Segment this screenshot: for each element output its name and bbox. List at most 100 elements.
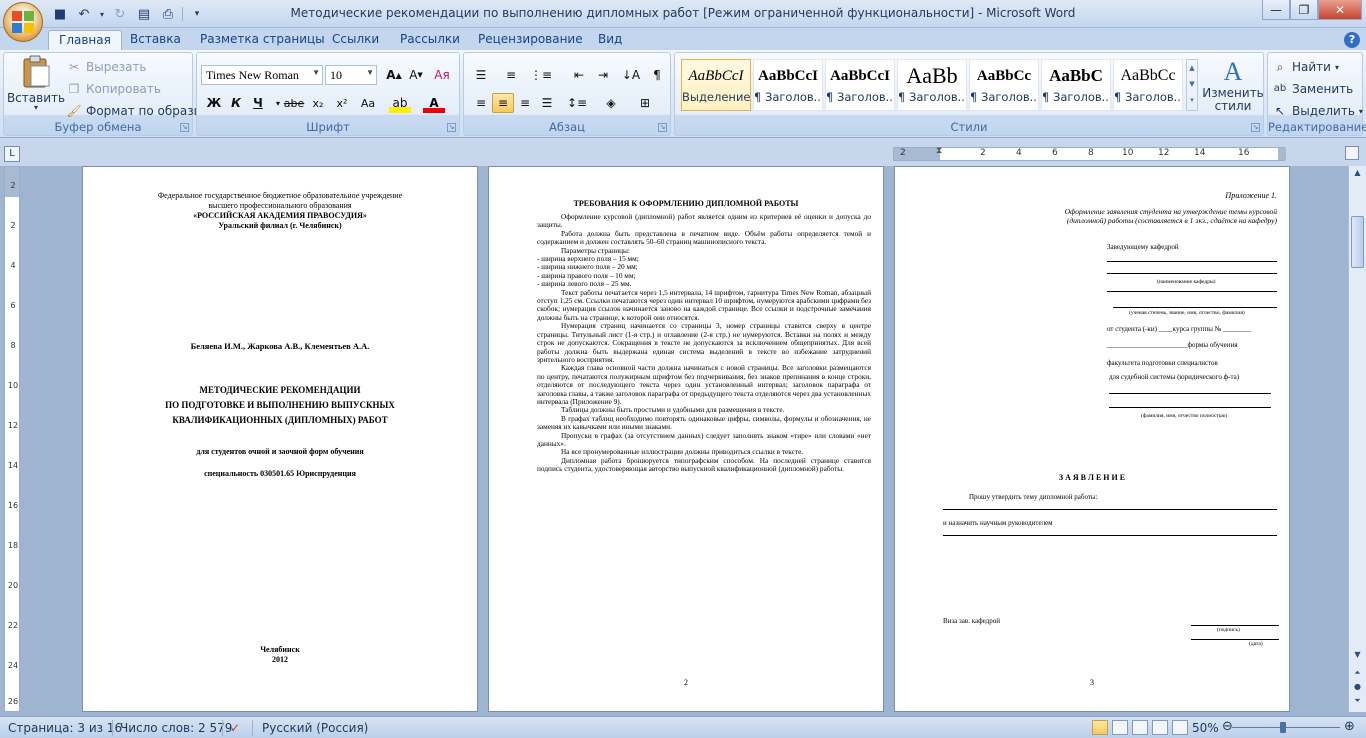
strikethrough-button[interactable]: abe [283,93,305,113]
scroll-thumb[interactable] [1351,216,1364,268]
paragraph-launcher-icon[interactable]: ↘ [658,123,667,132]
page-3[interactable]: Приложение 1. Оформление заявления студе… [894,166,1290,712]
previous-page-icon[interactable]: ⏶ [1350,668,1365,682]
increase-indent-icon[interactable]: ⇥ [592,65,614,85]
numbering-icon[interactable]: ≡ [500,65,522,85]
print-layout-view-icon[interactable] [1092,720,1108,735]
justify-icon[interactable]: ☰ [536,93,558,113]
shading-icon[interactable]: ◈ [600,93,622,113]
browse-object-icon[interactable]: ● [1350,682,1365,696]
style-heading-5[interactable]: AaBbC ¶ Заголов... [1041,59,1111,111]
find-button[interactable]: ⌕ Найти ▾ [1272,59,1339,75]
indent-marker-icon[interactable]: ⧗ [936,146,942,156]
view-ruler-icon[interactable] [1345,146,1359,160]
clipboard-launcher-icon[interactable]: ↘ [180,123,189,132]
faculty-line: для судебной системы (юридического ф-та) [1109,373,1239,381]
font-name-combo[interactable]: Times New Roman ▼ [201,65,323,85]
paste-button[interactable]: Вставить ▾ [8,55,64,112]
multilevel-list-icon[interactable]: ⋮≡ [530,65,552,85]
page-2[interactable]: ТРЕБОВАНИЯ К ОФОРМЛЕНИЮ ДИПЛОМНОЙ РАБОТЫ… [488,166,884,712]
styles-scroll[interactable]: ▲▼▾ [1186,59,1198,111]
grow-font-icon[interactable]: A▲ [383,65,405,85]
cut-button[interactable]: ✂ Вырезать [66,59,147,75]
next-page-icon[interactable]: ⏷ [1350,696,1365,710]
format-painter-button[interactable]: 🖌 Формат по образцу [66,103,209,119]
proofing-icon[interactable]: ✓ [230,721,240,735]
minimize-icon[interactable]: — [1262,0,1290,20]
web-layout-view-icon[interactable] [1132,720,1148,735]
align-center-icon[interactable]: ≡ [492,93,514,113]
font-launcher-icon[interactable]: ↘ [447,123,456,132]
style-heading-6[interactable]: AaBbCc ¶ Заголов... [1113,59,1183,111]
style-heading-1[interactable]: AaBbCcI ¶ Заголов... [753,59,823,111]
tab-review[interactable]: Рецензирование [468,30,593,50]
select-button[interactable]: ↖ Выделить ▾ [1272,103,1363,119]
restore-icon[interactable]: ❐ [1290,0,1318,20]
borders-icon[interactable]: ⊞ [634,93,656,113]
audience: для студентов очной и заочной форм обуче… [83,447,477,456]
align-left-icon[interactable]: ≡ [470,93,492,113]
tab-view[interactable]: Вид [588,30,632,50]
page-1[interactable]: Федеральное государственное бюджетное об… [82,166,478,712]
highlight-icon[interactable]: ab [389,93,411,113]
replace-button[interactable]: ab Заменить [1272,81,1353,97]
decrease-indent-icon[interactable]: ⇤ [568,65,590,85]
close-icon[interactable]: ✕ [1318,0,1362,20]
align-right-icon[interactable]: ≡ [514,93,536,113]
page-indicator[interactable]: Страница: 3 из 16 [8,721,122,735]
tab-selector-icon[interactable]: L [4,146,20,162]
outline-view-icon[interactable] [1152,720,1168,735]
copy-button[interactable]: ❐ Копировать [66,81,161,97]
sort-icon[interactable]: ↓A [620,65,642,85]
line-spacing-icon[interactable]: ↕≡ [566,93,588,113]
font-size-dropdown-icon[interactable]: ▼ [366,68,374,77]
document-area[interactable]: Федеральное государственное бюджетное об… [24,166,1348,712]
bullets-icon[interactable]: ☰ [470,65,492,85]
zoom-slider-track[interactable] [1232,727,1340,728]
tab-home[interactable]: Главная [48,30,122,50]
zoom-in-icon[interactable]: ⊕ [1344,719,1355,734]
underline-button[interactable]: Ч [247,93,269,113]
tab-mailings[interactable]: Рассылки [390,30,470,50]
vertical-scrollbar[interactable]: ▲ ▼ ⏶ ● ⏷ [1348,166,1366,712]
horizontal-ruler[interactable]: 2 2 4 6 8 10 12 14 16 ⧗ [893,147,1285,161]
page-number: 2 [489,678,883,687]
scroll-up-icon[interactable]: ▲ [1350,168,1365,182]
draft-view-icon[interactable] [1172,720,1188,735]
shrink-font-icon[interactable]: A▼ [405,65,427,85]
style-preview: AaBbCc [970,60,1038,90]
paste-dropdown-icon[interactable]: ▾ [34,103,38,112]
font-group-label: Шрифт [197,120,459,134]
style-heading-2[interactable]: AaBbCcI ¶ Заголов... [825,59,895,111]
help-icon[interactable]: ? [1344,32,1360,48]
ruler-mark: 14 [1194,148,1205,158]
font-color-icon[interactable]: A [423,93,445,113]
office-button[interactable] [3,2,43,42]
style-heading-3[interactable]: AaBb ¶ Заголов... [897,59,967,111]
word-count[interactable]: Число слов: 2 579 [120,721,232,735]
zoom-slider-thumb[interactable] [1280,722,1286,733]
tab-page-layout[interactable]: Разметка страницы [190,30,335,50]
vertical-ruler[interactable]: 2 2 4 6 8 10 12 14 16 18 20 22 24 26 [4,166,20,712]
font-size-combo[interactable]: 10 ▼ [325,65,377,85]
bold-button[interactable]: Ж [203,93,225,113]
full-screen-view-icon[interactable] [1112,720,1128,735]
tab-insert[interactable]: Вставка [120,30,191,50]
find-dropdown-icon[interactable]: ▾ [1335,63,1339,72]
zoom-level[interactable]: 50% [1192,721,1219,735]
language-indicator[interactable]: Русский (Россия) [262,721,368,735]
styles-launcher-icon[interactable]: ↘ [1251,123,1260,132]
style-emphasis[interactable]: AaBbCcI Выделение [681,59,751,111]
scroll-down-icon[interactable]: ▼ [1350,650,1365,664]
superscript-button[interactable]: x² [331,93,353,113]
show-marks-icon[interactable]: ¶ [646,65,668,85]
italic-button[interactable]: К [225,93,247,113]
subscript-button[interactable]: x₂ [307,93,329,113]
change-styles-button[interactable]: A Изменить стили [1203,57,1263,113]
font-name-dropdown-icon[interactable]: ▼ [312,68,320,77]
tab-references[interactable]: Ссылки [322,30,389,50]
change-case-button[interactable]: Aa [357,93,379,113]
select-dropdown-icon[interactable]: ▾ [1359,107,1363,116]
clear-formatting-icon[interactable]: Aя [431,65,453,85]
style-heading-4[interactable]: AaBbCc ¶ Заголов... [969,59,1039,111]
